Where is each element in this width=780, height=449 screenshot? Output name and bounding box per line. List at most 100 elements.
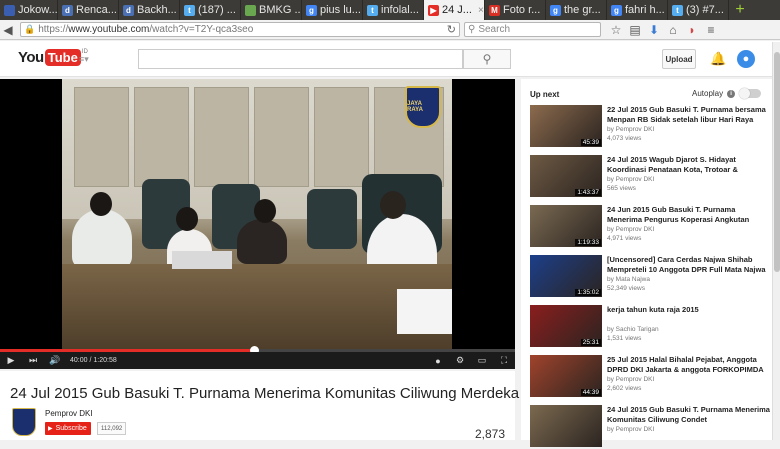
related-video-views: 4,073 views [607,135,642,142]
search-icon: ⚲ [482,52,492,66]
related-video-channel: by Pemprov DKI [607,426,655,433]
tab-label: infolal... [381,4,419,16]
related-video-channel: by Mata Najwa [607,276,650,283]
fullscreen-icon[interactable]: ⛶ [493,352,515,369]
tab-label: BMKG ... [259,4,302,16]
player-controls: ▶ ⏭ 🔊 40:00 / 1:20:58 ● ⚙ ▭ ⛶ [0,352,515,369]
related-video-title[interactable]: kerja tahun kuta raja 2015 [607,305,770,315]
page-scrollbar[interactable] [772,42,780,440]
video-thumbnail[interactable]: 1:19:33 [530,205,602,247]
browser-tab[interactable]: Jokow... [0,0,58,20]
browser-tab[interactable]: ▶ 24 J... × [424,0,485,20]
browser-tab[interactable]: t infolal... [363,0,424,20]
video-thumbnail[interactable]: 1:35:02 [530,255,602,297]
related-video-title[interactable]: 22 Jul 2015 Gub Basuki T. Purnama bersam… [607,105,770,125]
tab-label: Jokow... [18,4,58,16]
browser-tab[interactable]: t (3) #7... [668,0,729,20]
browser-tab[interactable]: g fahri h... [607,0,668,20]
youtube-search-input[interactable] [138,49,463,69]
video-thumbnail[interactable]: 45:39 [530,105,602,147]
scrollbar-thumb[interactable] [774,52,780,272]
home-icon[interactable]: ⌂ [666,23,680,37]
related-videos-sidebar: Up next Autoplay i 45:39 22 Jul 2015 Gub … [521,79,772,447]
youtube-logo[interactable]: You Tube ID [18,49,88,66]
related-video-item[interactable]: 24 Jul 2015 Gub Basuki T. Purnama Meneri… [530,405,770,449]
play-icon[interactable]: ▶ [0,352,22,369]
related-video-item[interactable]: 45:39 22 Jul 2015 Gub Basuki T. Purnama b… [530,105,770,149]
related-video-item[interactable]: 44:39 25 Jul 2015 Halal Bihalal Pejabat, … [530,355,770,399]
jakarta-seal-logo: JAYA RAYA [405,86,441,128]
video-thumbnail[interactable]: 25:31 [530,305,602,347]
volume-icon[interactable]: 🔊 [44,352,66,369]
tab-favicon-icon: t [184,4,195,16]
new-tab-icon[interactable]: + [729,0,751,20]
reload-icon[interactable]: ↻ [447,23,456,36]
related-video-title[interactable]: 24 Jul 2015 Wagub Djarot S. Hidayat Koor… [607,155,770,175]
account-avatar[interactable]: ● [737,50,755,68]
related-video-title[interactable]: 24 Jul 2015 Gub Basuki T. Purnama Meneri… [607,405,770,425]
tab-favicon-icon: M [489,4,500,16]
url-bar[interactable]: 🔒 https://www.youtube.com/watch?v=T2Y-qc… [20,22,460,37]
reading-list-icon[interactable]: ▤ [628,23,642,37]
close-tab-icon[interactable]: × [478,5,484,16]
related-video-views: 2,602 views [607,385,642,392]
tab-label: the gr... [564,4,601,16]
settings-gear-icon[interactable]: ⚙ [449,352,471,369]
subscribe-button[interactable]: ▶ Subscribe [45,422,91,435]
video-duration: 1:19:33 [575,239,601,246]
related-video-views: 565 views [607,185,636,192]
subscribe-label: Subscribe [55,425,87,432]
browser-tab[interactable]: g the gr... [546,0,607,20]
video-duration: 44:39 [580,389,601,396]
browser-tab[interactable]: d Backh... [119,0,180,20]
menu-icon[interactable]: ≡ [704,23,718,37]
browser-tab[interactable]: M Foto r... [485,0,546,20]
related-video-title[interactable]: [Uncensored] Cara Cerdas Najwa Shihab Me… [607,255,770,275]
annotations-icon[interactable]: ● [427,352,449,369]
notifications-bell-icon[interactable]: 🔔 [710,51,726,67]
related-video-item[interactable]: 1:43:37 24 Jul 2015 Wagub Djarot S. Hiday… [530,155,770,199]
view-count: 2,873 [475,427,506,441]
channel-avatar[interactable] [12,408,36,436]
info-icon[interactable]: i [727,89,736,98]
tab-label: (187) ... [198,4,236,16]
video-duration: 25:31 [580,339,601,346]
upload-button[interactable]: Upload [662,49,696,69]
related-video-item[interactable]: 25:31 kerja tahun kuta raja 2015 by Sachio… [530,305,770,349]
tab-favicon-icon: d [123,4,134,16]
time-total: 1:20:58 [93,357,117,364]
browser-tab[interactable]: d Renca... [58,0,119,20]
tab-label: Renca... [76,4,117,16]
related-video-channel: by Pemprov DKI [607,176,655,183]
bookmark-star-icon[interactable]: ☆ [609,23,623,37]
browser-tab[interactable]: t (187) ... [180,0,241,20]
tab-favicon-icon: ▶ [428,4,439,16]
related-video-channel: by Pemprov DKI [607,376,655,383]
related-video-title[interactable]: 25 Jul 2015 Halal Bihalal Pejabat, Anggo… [607,355,770,375]
video-thumbnail[interactable]: 1:43:37 [530,155,602,197]
guide-menu-icon[interactable]: ≡▾ [79,54,93,64]
pocket-icon[interactable]: ◗ [685,23,699,37]
related-video-title[interactable]: 24 Jun 2015 Gub Basuki T. Purnama Meneri… [607,205,770,225]
video-thumbnail[interactable]: 44:39 [530,355,602,397]
tab-label: 24 J... [442,4,472,16]
video-thumbnail[interactable] [530,405,602,447]
back-icon[interactable]: ◀ [0,22,16,38]
download-icon[interactable]: ⬇ [647,23,661,37]
channel-name[interactable]: Pemprov DKI [45,409,93,418]
related-video-item[interactable]: 1:19:33 24 Jun 2015 Gub Basuki T. Purnama… [530,205,770,249]
video-player[interactable]: JAYA RAYA ▶ ⏭ 🔊 40:00 / 1:20:58 ● ⚙ ▭ ⛶ [0,79,515,369]
youtube-search-button[interactable]: ⚲ [463,49,511,69]
related-video-item[interactable]: 1:35:02 [Uncensored] Cara Cerdas Najwa Sh… [530,255,770,299]
theater-mode-icon[interactable]: ▭ [471,352,493,369]
next-icon[interactable]: ⏭ [22,352,44,369]
url-scheme: https:// [38,24,69,35]
search-icon: ⚲ [468,24,476,35]
youtube-header: You Tube ID ≡▾ ⚲ Upload 🔔 ● [0,41,780,77]
browser-search-box[interactable]: ⚲ Search [464,22,601,37]
browser-tab[interactable]: BMKG ... [241,0,302,20]
up-next-heading: Up next [530,90,560,99]
tab-favicon-icon: d [62,4,73,16]
browser-tab[interactable]: g pius lu... [302,0,363,20]
autoplay-toggle[interactable] [739,88,762,99]
